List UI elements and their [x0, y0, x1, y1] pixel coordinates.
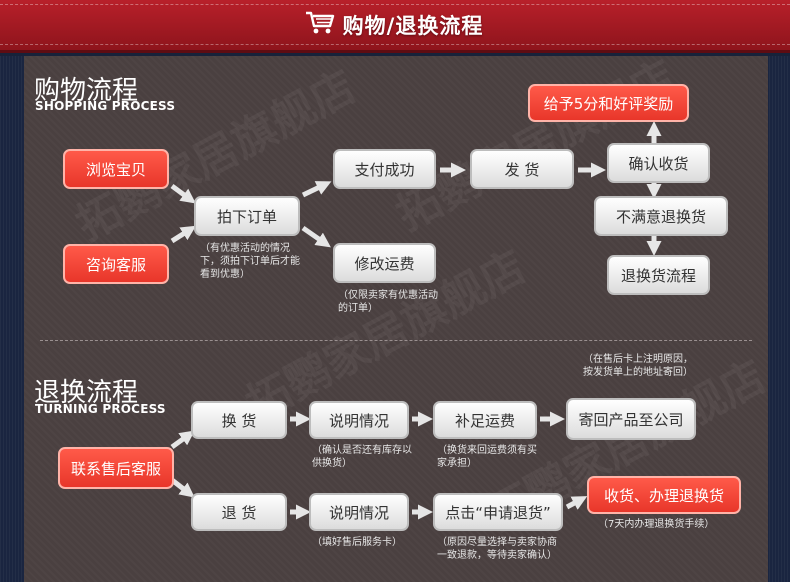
node-consult: 咨询客服	[63, 244, 169, 284]
node-pay-shipping: 补足运费	[433, 401, 537, 439]
note-shipping: （仅限卖家有优惠活动的订单）	[338, 290, 438, 314]
node-order: 拍下订单	[194, 196, 300, 236]
node-exchange: 换 货	[191, 401, 287, 439]
note-receive: （7天内办理退换货手续）	[598, 519, 715, 530]
note-explain-refund: （填好售后服务卡）	[312, 537, 402, 548]
node-contact: 联系售后客服	[58, 447, 174, 489]
note-apply-return: （原因尽量选择与卖家协商一致退款，等待卖家确认）	[437, 537, 557, 561]
arrow	[565, 496, 588, 510]
arrow	[301, 181, 332, 198]
arrow	[170, 478, 195, 498]
node-modify-shipping: 修改运费	[333, 243, 436, 283]
node-explain-refund: 说明情况	[309, 493, 409, 531]
note-order: （有优惠活动的情况下，须拍下订单后才能看到优惠）	[200, 243, 300, 280]
node-refund: 退 货	[191, 493, 287, 531]
node-reward: 给予5分和好评奖励	[528, 84, 689, 122]
node-apply-return: 点击“申请退货”	[433, 493, 563, 531]
node-ship: 发 货	[470, 149, 574, 189]
arrow	[170, 430, 195, 450]
node-receive: 收货、办理退换货	[587, 476, 741, 514]
node-pay: 支付成功	[333, 149, 436, 189]
note-pay-shipping: （换货来回运费须有买家承担）	[437, 445, 537, 469]
page: 购物/退换流程 拓鹦家居旗舰店 拓鹦家居旗舰店 拓鹦家居旗舰店 拓鹦家居旗舰店 …	[0, 0, 790, 582]
node-send-back: 寄回产品至公司	[566, 398, 696, 440]
note-send-back: （在售后卡上注明原因，按发货单上的地址寄回）	[583, 354, 693, 378]
node-unsatisfied: 不满意退换货	[594, 196, 728, 236]
node-confirm: 确认收货	[607, 143, 710, 183]
node-return-flow: 退换货流程	[607, 255, 710, 295]
arrow	[301, 225, 331, 248]
arrow	[170, 225, 197, 244]
node-explain-exchange: 说明情况	[309, 401, 409, 439]
node-browse: 浏览宝贝	[63, 149, 169, 189]
arrow	[170, 183, 196, 204]
note-explain-exchange: （确认是否还有库存以供换货）	[312, 445, 412, 469]
